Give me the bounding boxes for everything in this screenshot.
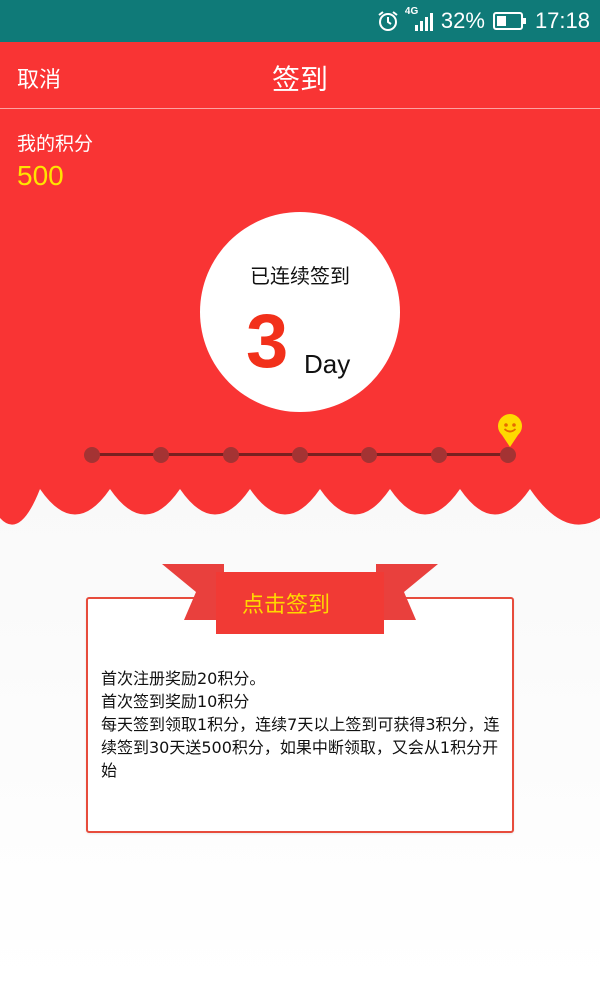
smiley-marker-icon xyxy=(495,414,525,452)
rule-line: 首次注册奖励20积分。 xyxy=(101,669,266,688)
streak-label: 已连续签到 xyxy=(250,264,350,288)
page-title: 签到 xyxy=(271,63,328,96)
points-value: 500 xyxy=(17,160,64,191)
streak-circle: 已连续签到 3 Day xyxy=(200,212,400,412)
signin-progress xyxy=(84,414,522,470)
rule-line: 首次签到奖励10积分 xyxy=(101,692,250,711)
status-icons: 4G 32% 17:18 xyxy=(377,0,590,42)
status-bar: 4G 32% 17:18 xyxy=(0,0,600,42)
progress-dot xyxy=(292,447,308,463)
battery-icon xyxy=(492,11,527,31)
progress-dot xyxy=(222,447,239,463)
rules-text: 首次注册奖励20积分。 首次签到奖励10积分 每天签到领取1积分，连续7天以上签… xyxy=(101,667,501,782)
progress-dot xyxy=(153,447,170,463)
clock-time: 17:18 xyxy=(534,8,590,33)
streak-count: 3 xyxy=(246,299,289,384)
rule-line: 每天签到领取1积分，连续7天以上签到可获得3积分，连续签到30天送500积分，如… xyxy=(101,715,500,780)
battery-percent: 32% xyxy=(440,8,485,33)
progress-dot xyxy=(361,447,378,463)
signal-icon: 4G xyxy=(405,6,433,32)
network-type: 4G xyxy=(404,6,419,17)
streak-unit: Day xyxy=(304,349,351,379)
nav-bar: 取消 签到 xyxy=(0,42,600,109)
points-label: 我的积分 xyxy=(17,133,94,155)
scalloped-edge xyxy=(0,486,600,525)
progress-dot xyxy=(430,447,447,463)
alarm-clock-icon xyxy=(377,10,399,32)
signin-button[interactable]: 点击签到 xyxy=(216,574,356,632)
progress-dot xyxy=(84,447,100,463)
